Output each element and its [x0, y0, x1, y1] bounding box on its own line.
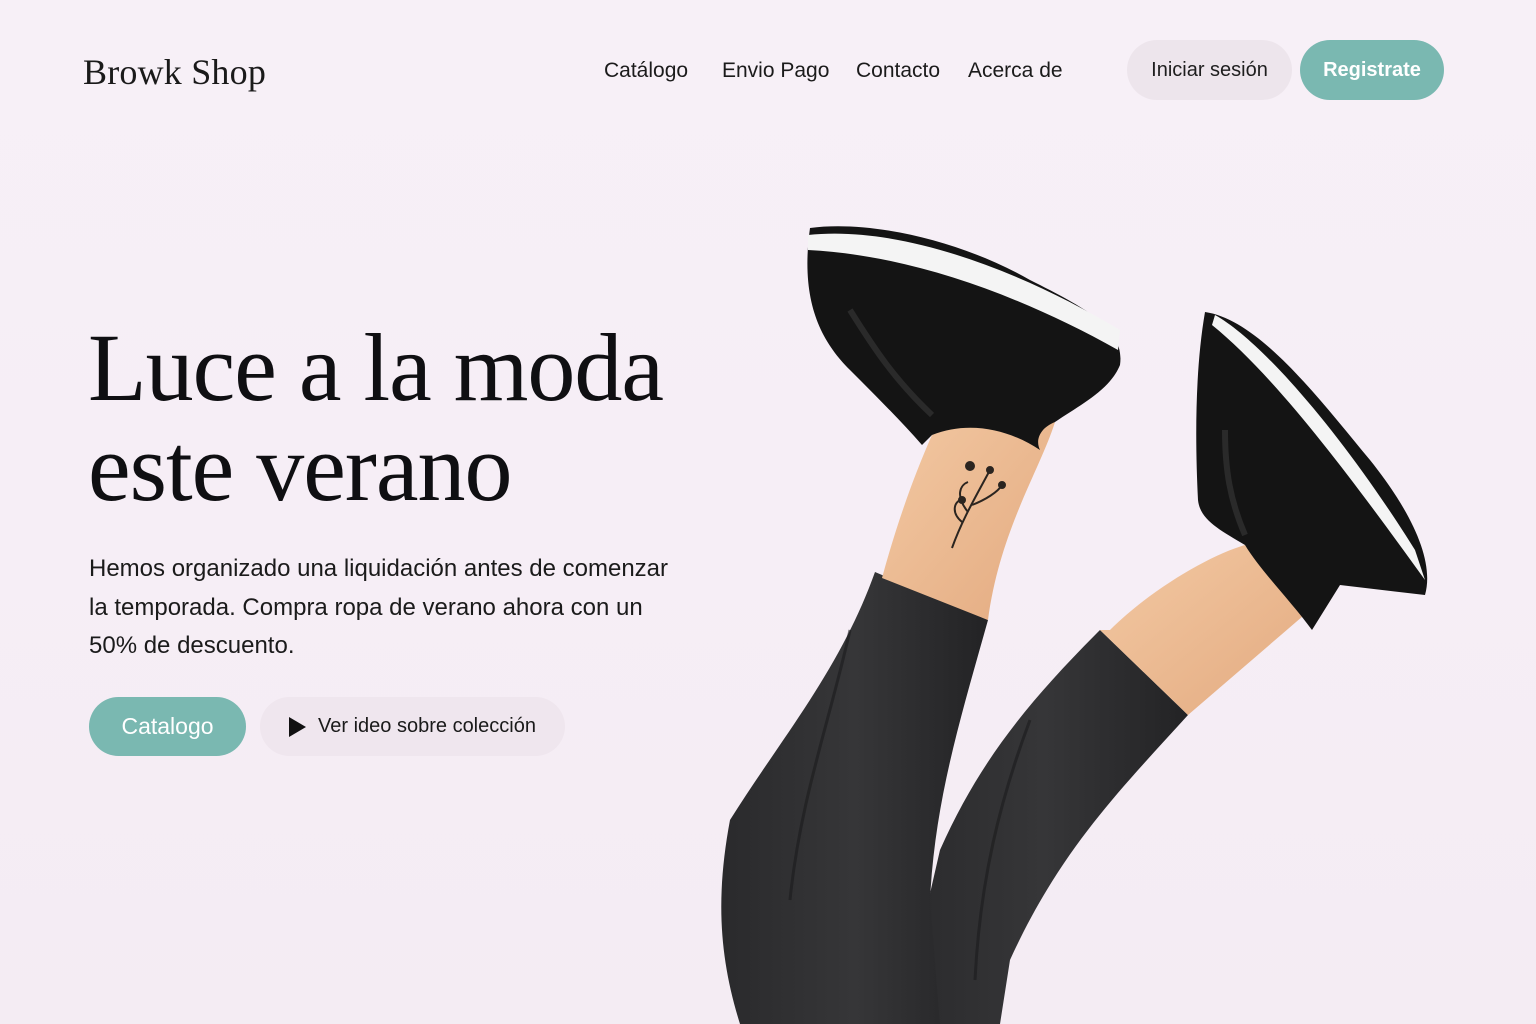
signup-button[interactable]: Registrate: [1300, 40, 1444, 100]
nav-item-catalogo[interactable]: Catálogo: [604, 58, 688, 84]
hero-image-sneakers-legs: [721, 226, 1428, 1024]
catalog-button[interactable]: Catalogo: [89, 697, 246, 756]
nav-item-acerca-de[interactable]: Acerca de: [968, 58, 1063, 84]
hero-headline-line-2: este verano: [88, 414, 512, 521]
nav-item-contacto[interactable]: Contacto: [856, 58, 940, 84]
hero-headline: Luce a la moda este verano: [88, 314, 664, 521]
play-icon: [289, 716, 307, 737]
login-button[interactable]: Iniciar sesión: [1127, 40, 1292, 100]
hero-description: Hemos organizado una liquidación antes d…: [89, 555, 669, 659]
hero-headline-line-1: Luce a la moda: [88, 314, 664, 421]
brand-logo[interactable]: Browk Shop: [83, 50, 266, 94]
left-sneaker: [807, 226, 1121, 450]
nav-item-envio-pago[interactable]: Envio Pago: [722, 58, 829, 84]
watch-video-button[interactable]: Ver ideo sobre colección: [260, 697, 565, 756]
watch-video-label: Ver ideo sobre colección: [318, 715, 536, 737]
